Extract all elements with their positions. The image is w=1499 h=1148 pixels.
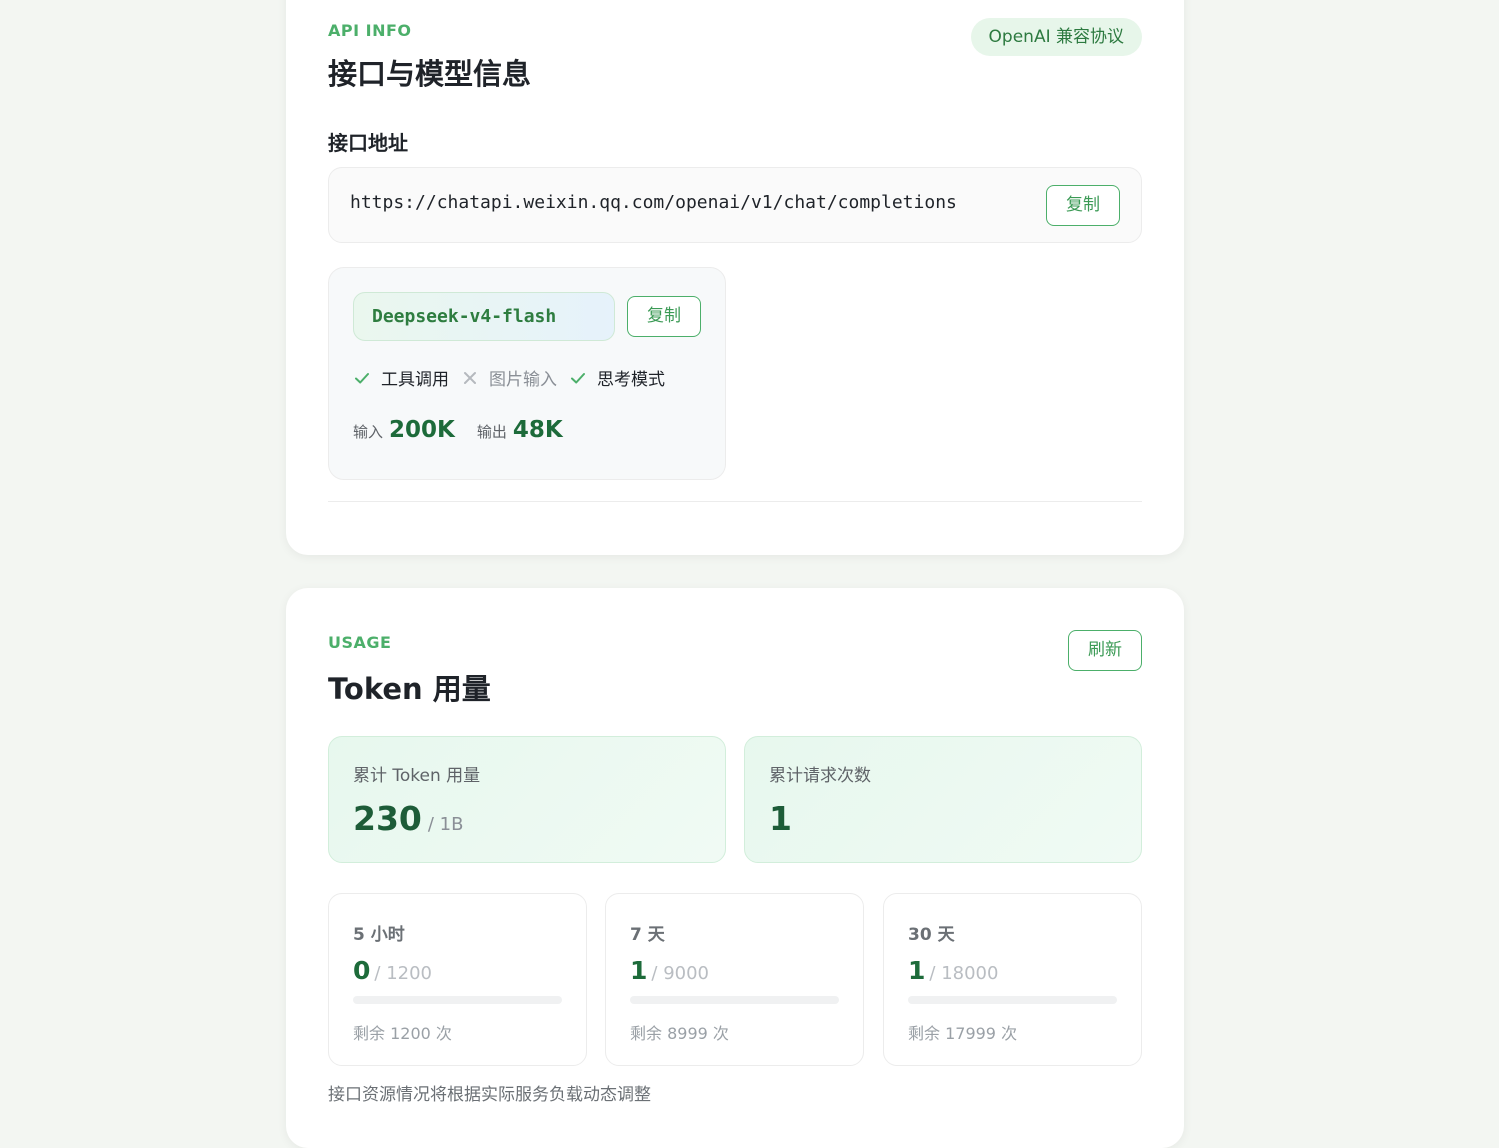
quota-value: 0/ 1200 [353, 956, 432, 985]
feature-label: 思考模式 [597, 365, 665, 390]
usage-eyebrow: USAGE [328, 633, 391, 652]
total-tokens-value: 230 / 1B [353, 799, 463, 838]
quota-progress-bar [908, 996, 1117, 1004]
endpoint-label: 接口地址 [328, 127, 408, 156]
total-tokens-card: 累计 Token 用量 230 / 1B [328, 736, 726, 863]
usage-title: Token 用量 [328, 666, 491, 708]
feature-label: 图片输入 [489, 365, 557, 390]
total-requests-label: 累计请求次数 [769, 761, 871, 786]
feature-list: 工具调用 图片输入 思考模式 [353, 365, 677, 390]
usage-card: USAGE Token 用量 刷新 累计 Token 用量 230 / 1B 累计… [286, 588, 1184, 1148]
quota-remaining: 剩余 17999 次 [908, 1020, 1017, 1044]
output-value: 48K [513, 417, 563, 443]
api-eyebrow: API INFO [328, 21, 412, 40]
total-tokens-number: 230 [353, 799, 422, 838]
quota-progress-bar [630, 996, 839, 1004]
model-card: Deepseek-v4-flash 复制 工具调用 图片输入 思考模式 [328, 267, 726, 480]
context-limits: 输入 200K 输出 48K [353, 417, 585, 443]
cross-icon [461, 369, 479, 387]
quota-limit: / 1200 [374, 963, 432, 984]
model-name[interactable]: Deepseek-v4-flash [353, 292, 615, 341]
total-requests-value: 1 [769, 799, 792, 838]
feature-thinking-mode: 思考模式 [569, 365, 665, 390]
quota-limit: / 18000 [929, 963, 998, 984]
total-tokens-label: 累计 Token 用量 [353, 761, 480, 786]
feature-image-input: 图片输入 [461, 365, 557, 390]
quota-card-30d: 30 天 1/ 18000 剩余 17999 次 [883, 893, 1142, 1066]
check-icon [569, 369, 587, 387]
quota-card-5h: 5 小时 0/ 1200 剩余 1200 次 [328, 893, 587, 1066]
refresh-button[interactable]: 刷新 [1068, 630, 1142, 671]
total-tokens-limit: / 1B [428, 814, 464, 835]
quota-remaining: 剩余 1200 次 [353, 1020, 452, 1044]
quota-value: 1/ 18000 [908, 956, 998, 985]
divider [328, 501, 1142, 502]
copy-endpoint-button[interactable]: 复制 [1046, 185, 1120, 226]
quota-value: 1/ 9000 [630, 956, 709, 985]
quota-progress-bar [353, 996, 562, 1004]
quota-label: 30 天 [908, 920, 955, 945]
quota-label: 5 小时 [353, 920, 405, 945]
copy-model-button[interactable]: 复制 [627, 296, 701, 337]
total-requests-card: 累计请求次数 1 [744, 736, 1142, 863]
input-label: 输入 [353, 421, 383, 442]
quota-used: 1 [908, 956, 925, 985]
output-label: 输出 [477, 421, 507, 442]
feature-tool-calling: 工具调用 [353, 365, 449, 390]
input-value: 200K [389, 417, 455, 443]
usage-footnote: 接口资源情况将根据实际服务负载动态调整 [328, 1080, 651, 1105]
quota-card-7d: 7 天 1/ 9000 剩余 8999 次 [605, 893, 864, 1066]
quota-limit: / 9000 [651, 963, 709, 984]
endpoint-url[interactable]: https://chatapi.weixin.qq.com/openai/v1/… [350, 192, 957, 213]
quota-used: 0 [353, 956, 370, 985]
quota-remaining: 剩余 8999 次 [630, 1020, 729, 1044]
feature-label: 工具调用 [381, 365, 449, 390]
api-info-card: API INFO 接口与模型信息 OpenAI 兼容协议 接口地址 https:… [286, 0, 1184, 555]
quota-used: 1 [630, 956, 647, 985]
endpoint-box: https://chatapi.weixin.qq.com/openai/v1/… [328, 167, 1142, 243]
check-icon [353, 369, 371, 387]
protocol-badge: OpenAI 兼容协议 [971, 18, 1142, 56]
api-title: 接口与模型信息 [328, 51, 531, 93]
quota-label: 7 天 [630, 920, 665, 945]
